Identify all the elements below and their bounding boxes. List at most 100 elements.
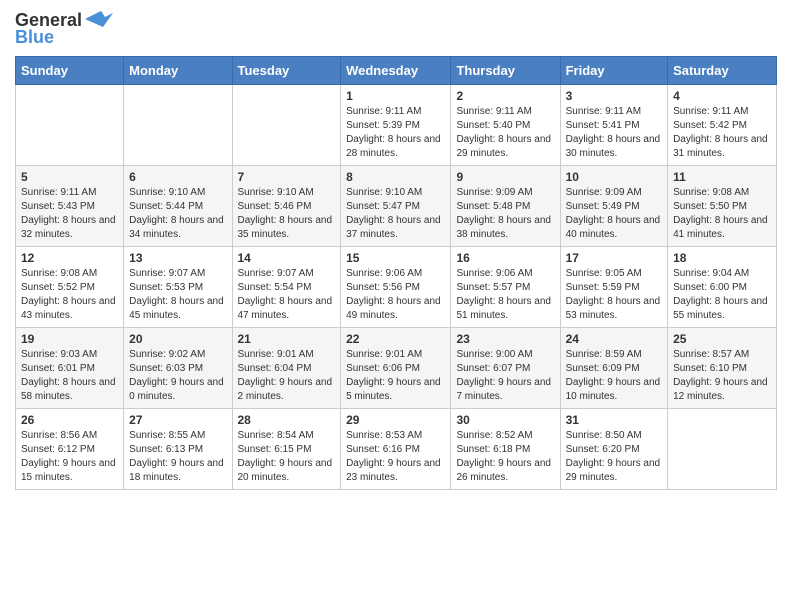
- calendar-cell: 10 Sunrise: 9:09 AMSunset: 5:49 PMDayligh…: [560, 166, 667, 247]
- calendar-cell: 27Sunrise: 8:55 AMSunset: 6:13 PMDayligh…: [124, 409, 232, 490]
- day-number: 29: [346, 413, 445, 427]
- calendar-header-monday: Monday: [124, 57, 232, 85]
- calendar-header-wednesday: Wednesday: [341, 57, 451, 85]
- day-number: 2: [456, 89, 554, 103]
- calendar-cell: 6 Sunrise: 9:10 AMSunset: 5:44 PMDaylight…: [124, 166, 232, 247]
- calendar-cell: 2 Sunrise: 9:11 AMSunset: 5:40 PMDaylight…: [451, 85, 560, 166]
- calendar-cell: [16, 85, 124, 166]
- day-info: Sunrise: 9:09 AMSunset: 5:48 PMDaylight:…: [456, 186, 554, 242]
- day-number: 22: [346, 332, 445, 346]
- calendar-cell: [232, 85, 341, 166]
- day-info: Sunrise: 8:59 AMSunset: 6:09 PMDaylight:…: [566, 348, 662, 404]
- day-number: 6: [129, 170, 226, 184]
- calendar-cell: 1 Sunrise: 9:11 AMSunset: 5:39 PMDaylight…: [341, 85, 451, 166]
- day-info: Sunrise: 9:02 AMSunset: 6:03 PMDaylight:…: [129, 348, 226, 404]
- day-number: 30: [456, 413, 554, 427]
- day-number: 12: [21, 251, 118, 265]
- calendar-cell: 14Sunrise: 9:07 AMSunset: 5:54 PMDayligh…: [232, 247, 341, 328]
- day-info: Sunrise: 9:11 AMSunset: 5:39 PMDaylight:…: [346, 105, 445, 161]
- calendar-cell: 15 Sunrise: 9:06 AMSunset: 5:56 PMDayligh…: [341, 247, 451, 328]
- day-info: Sunrise: 9:09 AMSunset: 5:49 PMDaylight:…: [566, 186, 662, 242]
- calendar-cell: 26 Sunrise: 8:56 AMSunset: 6:12 PMDayligh…: [16, 409, 124, 490]
- day-number: 9: [456, 170, 554, 184]
- day-info: Sunrise: 8:53 AMSunset: 6:16 PMDaylight:…: [346, 429, 445, 485]
- day-number: 1: [346, 89, 445, 103]
- calendar-header-saturday: Saturday: [668, 57, 777, 85]
- day-number: 15: [346, 251, 445, 265]
- day-number: 26: [21, 413, 118, 427]
- calendar-cell: 18Sunrise: 9:04 AMSunset: 6:00 PMDayligh…: [668, 247, 777, 328]
- day-number: 10: [566, 170, 662, 184]
- calendar-cell: 4 Sunrise: 9:11 AMSunset: 5:42 PMDaylight…: [668, 85, 777, 166]
- day-number: 13: [129, 251, 226, 265]
- calendar-cell: 13Sunrise: 9:07 AMSunset: 5:53 PMDayligh…: [124, 247, 232, 328]
- calendar-cell: 22 Sunrise: 9:01 AMSunset: 6:06 PMDayligh…: [341, 328, 451, 409]
- logo-bird-icon: [85, 9, 113, 29]
- day-info: Sunrise: 9:10 AMSunset: 5:44 PMDaylight:…: [129, 186, 226, 242]
- day-number: 21: [238, 332, 336, 346]
- day-number: 28: [238, 413, 336, 427]
- day-info: Sunrise: 9:06 AMSunset: 5:57 PMDaylight:…: [456, 267, 554, 323]
- calendar-header-row: SundayMondayTuesdayWednesdayThursdayFrid…: [16, 57, 777, 85]
- calendar-header-thursday: Thursday: [451, 57, 560, 85]
- day-number: 4: [673, 89, 771, 103]
- calendar-cell: 12 Sunrise: 9:08 AMSunset: 5:52 PMDayligh…: [16, 247, 124, 328]
- calendar-header-tuesday: Tuesday: [232, 57, 341, 85]
- day-info: Sunrise: 9:00 AMSunset: 6:07 PMDaylight:…: [456, 348, 554, 404]
- calendar-week-2: 5Sunrise: 9:11 AMSunset: 5:43 PMDaylight…: [16, 166, 777, 247]
- calendar-cell: 7 Sunrise: 9:10 AMSunset: 5:46 PMDaylight…: [232, 166, 341, 247]
- day-info: Sunrise: 9:08 AMSunset: 5:50 PMDaylight:…: [673, 186, 771, 242]
- day-info: Sunrise: 8:57 AMSunset: 6:10 PMDaylight:…: [673, 348, 771, 404]
- day-info: Sunrise: 9:10 AMSunset: 5:47 PMDaylight:…: [346, 186, 445, 242]
- day-info: Sunrise: 8:55 AMSunset: 6:13 PMDaylight:…: [129, 429, 226, 485]
- calendar-week-1: 1 Sunrise: 9:11 AMSunset: 5:39 PMDaylight…: [16, 85, 777, 166]
- page: General Blue SundayMondayTuesdayWednesda…: [0, 0, 792, 505]
- day-info: Sunrise: 9:05 AMSunset: 5:59 PMDaylight:…: [566, 267, 662, 323]
- day-info: Sunrise: 9:03 AMSunset: 6:01 PMDaylight:…: [21, 348, 118, 404]
- day-info: Sunrise: 9:11 AMSunset: 5:40 PMDaylight:…: [456, 105, 554, 161]
- calendar-week-5: 26 Sunrise: 8:56 AMSunset: 6:12 PMDayligh…: [16, 409, 777, 490]
- logo-blue-text: Blue: [15, 27, 54, 48]
- day-info: Sunrise: 8:56 AMSunset: 6:12 PMDaylight:…: [21, 429, 118, 485]
- day-info: Sunrise: 9:01 AMSunset: 6:04 PMDaylight:…: [238, 348, 336, 404]
- day-info: Sunrise: 9:06 AMSunset: 5:56 PMDaylight:…: [346, 267, 445, 323]
- day-number: 11: [673, 170, 771, 184]
- day-number: 19: [21, 332, 118, 346]
- day-info: Sunrise: 9:11 AMSunset: 5:43 PMDaylight:…: [21, 186, 118, 242]
- day-info: Sunrise: 9:07 AMSunset: 5:54 PMDaylight:…: [238, 267, 336, 323]
- day-info: Sunrise: 8:54 AMSunset: 6:15 PMDaylight:…: [238, 429, 336, 485]
- day-info: Sunrise: 9:04 AMSunset: 6:00 PMDaylight:…: [673, 267, 771, 323]
- day-info: Sunrise: 9:11 AMSunset: 5:42 PMDaylight:…: [673, 105, 771, 161]
- calendar-week-3: 12 Sunrise: 9:08 AMSunset: 5:52 PMDayligh…: [16, 247, 777, 328]
- calendar-cell: 5Sunrise: 9:11 AMSunset: 5:43 PMDaylight…: [16, 166, 124, 247]
- logo: General Blue: [15, 10, 113, 48]
- day-number: 17: [566, 251, 662, 265]
- calendar-cell: 30 Sunrise: 8:52 AMSunset: 6:18 PMDayligh…: [451, 409, 560, 490]
- day-info: Sunrise: 8:52 AMSunset: 6:18 PMDaylight:…: [456, 429, 554, 485]
- calendar-cell: 20 Sunrise: 9:02 AMSunset: 6:03 PMDayligh…: [124, 328, 232, 409]
- calendar-cell: 3 Sunrise: 9:11 AMSunset: 5:41 PMDaylight…: [560, 85, 667, 166]
- calendar-cell: 21 Sunrise: 9:01 AMSunset: 6:04 PMDayligh…: [232, 328, 341, 409]
- day-number: 20: [129, 332, 226, 346]
- logo-container: General Blue: [15, 10, 113, 48]
- calendar-cell: 24 Sunrise: 8:59 AMSunset: 6:09 PMDayligh…: [560, 328, 667, 409]
- calendar-cell: 28 Sunrise: 8:54 AMSunset: 6:15 PMDayligh…: [232, 409, 341, 490]
- day-info: Sunrise: 9:10 AMSunset: 5:46 PMDaylight:…: [238, 186, 336, 242]
- day-number: 25: [673, 332, 771, 346]
- day-info: Sunrise: 9:01 AMSunset: 6:06 PMDaylight:…: [346, 348, 445, 404]
- day-number: 24: [566, 332, 662, 346]
- day-number: 7: [238, 170, 336, 184]
- calendar-cell: 17 Sunrise: 9:05 AMSunset: 5:59 PMDayligh…: [560, 247, 667, 328]
- calendar-cell: 8Sunrise: 9:10 AMSunset: 5:47 PMDaylight…: [341, 166, 451, 247]
- day-info: Sunrise: 9:08 AMSunset: 5:52 PMDaylight:…: [21, 267, 118, 323]
- day-info: Sunrise: 9:11 AMSunset: 5:41 PMDaylight:…: [566, 105, 662, 161]
- day-number: 31: [566, 413, 662, 427]
- header: General Blue: [15, 10, 777, 48]
- day-number: 3: [566, 89, 662, 103]
- calendar-cell: 19 Sunrise: 9:03 AMSunset: 6:01 PMDayligh…: [16, 328, 124, 409]
- calendar-header-friday: Friday: [560, 57, 667, 85]
- calendar-week-4: 19 Sunrise: 9:03 AMSunset: 6:01 PMDayligh…: [16, 328, 777, 409]
- calendar-table: SundayMondayTuesdayWednesdayThursdayFrid…: [15, 56, 777, 490]
- day-number: 23: [456, 332, 554, 346]
- calendar-cell: 31Sunrise: 8:50 AMSunset: 6:20 PMDayligh…: [560, 409, 667, 490]
